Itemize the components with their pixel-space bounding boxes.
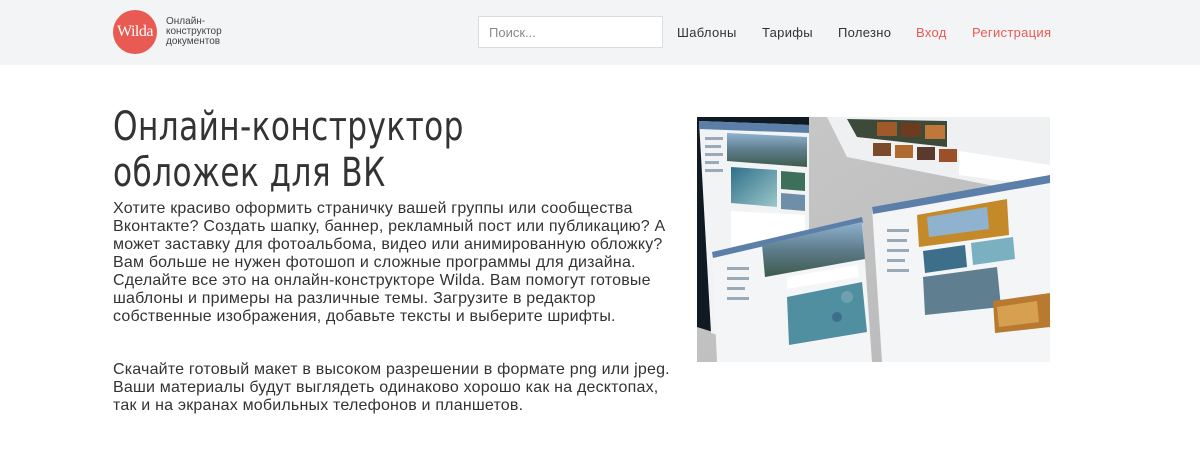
vk-mockups-illustration [697, 117, 1050, 362]
page-title: Онлайн-конструктор обложек для ВК [113, 104, 464, 196]
nav-link-register[interactable]: Регистрация [972, 25, 1051, 40]
wilda-logo[interactable]: Wilda [113, 10, 157, 54]
search-input[interactable] [478, 16, 663, 48]
nav-link-templates[interactable]: Шаблоны [677, 25, 737, 40]
logo-tagline: Онлайн- конструктор документов [166, 16, 222, 47]
intro-paragraph: Хотите красиво оформить страничку вашей … [113, 200, 666, 325]
mockup-page-right [872, 175, 1050, 362]
logo-text: Wilda [117, 23, 153, 40]
nav-link-login[interactable]: Вход [916, 25, 947, 40]
download-paragraph: Скачайте готовый макет в высоком разреше… [113, 361, 670, 414]
top-header: Wilda Онлайн- конструктор документов Шаб… [0, 0, 1200, 65]
nav-link-pricing[interactable]: Тарифы [762, 25, 813, 40]
nav-link-useful[interactable]: Полезно [838, 25, 891, 40]
hero-image [697, 117, 1050, 362]
